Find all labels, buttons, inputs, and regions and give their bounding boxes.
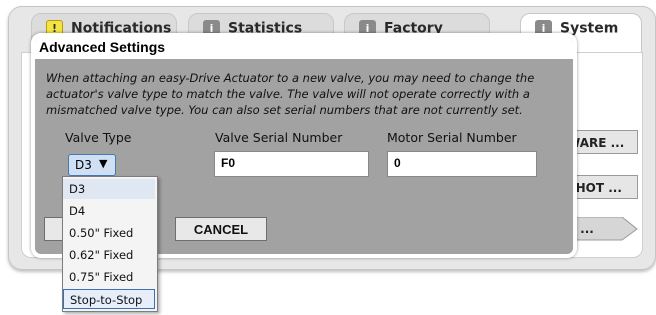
motor-serial-value: 0 [394, 156, 401, 170]
valve-type-dropdown: D3 D4 0.50" Fixed 0.62" Fixed 0.75" Fixe… [62, 176, 158, 312]
dialog-description: When attaching an easy-Drive Actuator to… [46, 71, 535, 117]
option-d3[interactable]: D3 [63, 179, 155, 199]
cancel-button-label: CANCEL [193, 222, 249, 237]
motor-serial-input[interactable]: 0 [387, 151, 537, 177]
motor-serial-label: Motor Serial Number [387, 130, 517, 145]
option-0-62-fixed[interactable]: 0.62" Fixed [63, 245, 155, 265]
valve-type-label: Valve Type [65, 130, 132, 145]
dialog-header: Advanced Settings [35, 37, 573, 59]
valve-type-select[interactable]: D3 ▼ [68, 154, 116, 176]
valve-serial-value: F0 [221, 156, 236, 170]
cancel-button[interactable]: CANCEL [175, 217, 267, 241]
option-d4[interactable]: D4 [63, 201, 155, 221]
valve-serial-input[interactable]: F0 [214, 151, 369, 177]
dialog-title: Advanced Settings [39, 39, 166, 55]
option-stop-to-stop[interactable]: Stop-to-Stop [63, 289, 155, 309]
option-0-50-fixed[interactable]: 0.50" Fixed [63, 223, 155, 243]
valve-type-value: D3 [75, 158, 92, 172]
valve-serial-label: Valve Serial Number [215, 130, 343, 145]
option-0-75-fixed[interactable]: 0.75" Fixed [63, 267, 155, 287]
chevron-down-icon: ▼ [99, 157, 108, 170]
